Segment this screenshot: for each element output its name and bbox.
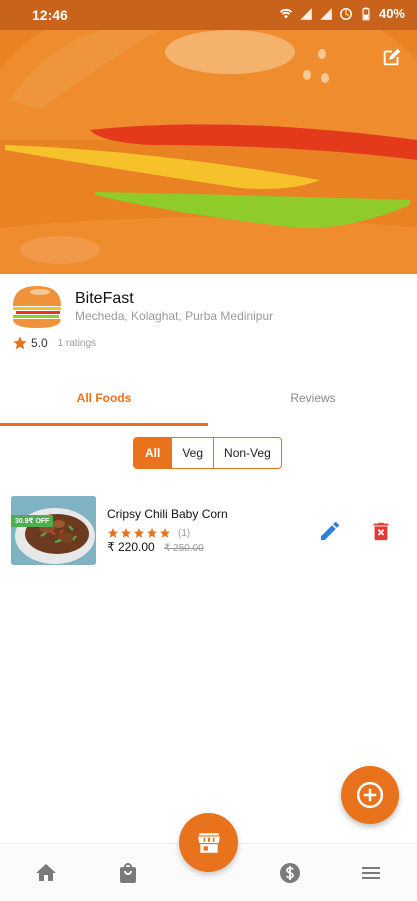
food-photo — [11, 496, 96, 565]
filter-all[interactable]: All — [134, 438, 172, 468]
wifi-icon — [279, 8, 293, 19]
rating-value: 5.0 — [31, 336, 48, 350]
pencil-icon — [321, 521, 339, 540]
signal-icon — [300, 7, 312, 20]
cover-banner — [0, 30, 417, 274]
filter-veg[interactable]: Veg — [171, 438, 213, 468]
status-bar: 12:46 40% — [0, 0, 417, 30]
restaurant-rating: 5.0 1 ratings — [12, 335, 96, 351]
restaurant-logo — [13, 286, 61, 328]
store-icon — [197, 832, 220, 853]
restaurant-info: BiteFast Mecheda, Kolaghat, Purba Medini… — [0, 274, 417, 364]
restaurant-address: Mecheda, Kolaghat, Purba Medinipur — [75, 309, 274, 323]
discount-badge: 30.9₹ OFF — [11, 515, 54, 527]
edit-cover-button[interactable] — [379, 44, 405, 70]
menu-icon — [362, 867, 380, 879]
nav-orders[interactable] — [116, 861, 140, 885]
nav-earnings[interactable] — [278, 861, 302, 885]
star-icon — [147, 528, 157, 538]
food-price-row: ₹ 220.00 ₹ 250.00 — [107, 540, 204, 554]
add-circle-icon — [356, 781, 384, 809]
food-old-price: ₹ 250.00 — [164, 543, 204, 554]
restaurant-name: BiteFast — [75, 290, 134, 307]
star-icon — [134, 528, 144, 538]
star-icon — [108, 528, 118, 538]
star-icon — [160, 528, 170, 538]
food-price: ₹ 220.00 — [107, 540, 155, 554]
tab-reviews[interactable]: Reviews — [209, 380, 417, 423]
home-icon — [36, 864, 56, 881]
food-list-item[interactable]: 30.9₹ OFF Cripsy Chili Baby Corn (1) ₹ 2… — [0, 490, 417, 570]
review-count: (1) — [178, 527, 191, 539]
star-icon — [121, 528, 131, 538]
star-icon — [13, 336, 27, 350]
status-icons: 40% — [279, 6, 405, 21]
delete-food-button[interactable] — [370, 519, 392, 543]
nav-menu[interactable] — [359, 861, 383, 885]
edit-food-button[interactable] — [318, 519, 342, 543]
status-time: 12:46 — [32, 7, 68, 23]
food-image: 30.9₹ OFF — [11, 496, 96, 565]
food-stars: (1) — [107, 527, 190, 539]
edit-square-icon — [383, 48, 401, 66]
rating-count: 1 ratings — [57, 337, 97, 349]
tab-all-foods[interactable]: All Foods — [0, 380, 208, 426]
data-saver-icon — [339, 7, 352, 20]
food-type-filter: All Veg Non-Veg — [133, 437, 282, 469]
store-button[interactable] — [179, 813, 238, 872]
tab-bar: All Foods Reviews — [0, 380, 417, 426]
nav-home[interactable] — [34, 861, 58, 885]
signal-icon — [320, 7, 332, 20]
dollar-icon — [280, 863, 300, 883]
bag-icon — [120, 863, 136, 883]
add-food-button[interactable] — [341, 766, 399, 824]
delete-icon — [373, 522, 389, 541]
battery-level: 40% — [378, 6, 405, 21]
battery-icon — [362, 7, 370, 20]
burger-illustration — [0, 30, 417, 274]
food-name: Cripsy Chili Baby Corn — [107, 507, 228, 521]
filter-non-veg[interactable]: Non-Veg — [213, 438, 281, 468]
